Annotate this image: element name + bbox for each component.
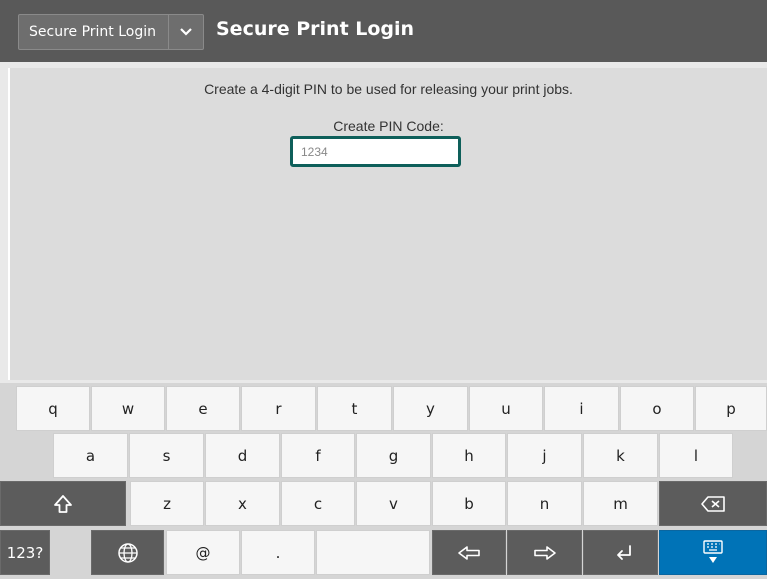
language-key[interactable] (91, 530, 164, 575)
key-j[interactable]: j (507, 433, 582, 478)
arrow-left-icon (457, 545, 481, 561)
key-at[interactable]: @ (166, 530, 240, 575)
arrow-right-icon (533, 545, 557, 561)
key-b[interactable]: b (432, 481, 506, 526)
key-label: i (579, 399, 584, 418)
key-label: k (616, 446, 625, 465)
key-y[interactable]: y (393, 386, 468, 431)
key-label: x (238, 494, 247, 513)
key-a[interactable]: a (53, 433, 128, 478)
key-w[interactable]: w (91, 386, 165, 431)
app-selector-dropdown[interactable]: Secure Print Login (18, 14, 204, 50)
key-label: @ (195, 543, 211, 562)
enter-key[interactable] (583, 530, 658, 575)
cursor-left-key[interactable] (432, 530, 506, 575)
pin-input[interactable] (290, 136, 461, 167)
key-m[interactable]: m (583, 481, 658, 526)
instruction-text: Create a 4-digit PIN to be used for rele… (204, 81, 573, 97)
key-p[interactable]: p (695, 386, 767, 431)
on-screen-keyboard: q w e r t y u i o p a s d f g h j k l z … (0, 383, 767, 579)
key-label: d (237, 446, 248, 465)
shift-icon (52, 493, 74, 515)
key-label: c (313, 494, 323, 513)
key-k[interactable]: k (583, 433, 658, 478)
key-l[interactable]: l (659, 433, 733, 478)
key-label: u (501, 399, 511, 418)
key-label: z (163, 494, 171, 513)
key-label: j (542, 446, 547, 465)
key-label: r (275, 399, 282, 418)
key-q[interactable]: q (16, 386, 90, 431)
key-label: g (388, 446, 399, 465)
key-label: . (275, 543, 281, 562)
app-selector-label: Secure Print Login (29, 24, 157, 40)
globe-icon (117, 542, 139, 564)
key-x[interactable]: x (205, 481, 280, 526)
shift-key[interactable] (0, 481, 126, 526)
key-t[interactable]: t (317, 386, 392, 431)
key-o[interactable]: o (620, 386, 694, 431)
backspace-key[interactable] (659, 481, 767, 526)
page-title: Secure Print Login (216, 18, 415, 40)
key-label: v (389, 494, 398, 513)
key-label: p (726, 399, 736, 418)
key-label: a (85, 446, 96, 465)
key-d[interactable]: d (205, 433, 280, 478)
key-label: y (426, 399, 435, 418)
key-r[interactable]: r (241, 386, 316, 431)
key-label: t (351, 399, 358, 418)
key-z[interactable]: z (130, 481, 204, 526)
space-key[interactable] (316, 530, 430, 575)
key-u[interactable]: u (469, 386, 543, 431)
top-bar: Secure Print Login Secure Print Login (0, 0, 767, 62)
cursor-right-key[interactable] (507, 530, 582, 575)
key-period[interactable]: . (241, 530, 315, 575)
key-v[interactable]: v (356, 481, 431, 526)
key-g[interactable]: g (356, 433, 431, 478)
key-f[interactable]: f (281, 433, 355, 478)
key-n[interactable]: n (507, 481, 582, 526)
key-label: w (121, 399, 135, 418)
key-label: o (652, 399, 662, 418)
key-label: 123? (6, 543, 44, 562)
key-label: l (693, 446, 699, 465)
key-label: m (613, 494, 628, 513)
numeric-key[interactable]: 123? (0, 530, 50, 575)
key-label: e (198, 399, 208, 418)
backspace-icon (700, 495, 726, 513)
key-label: q (48, 399, 58, 418)
key-i[interactable]: i (544, 386, 619, 431)
content-panel: Create a 4-digit PIN to be used for rele… (8, 68, 767, 380)
pin-label: Create PIN Code: (333, 118, 444, 134)
key-label: s (162, 446, 171, 465)
key-s[interactable]: s (129, 433, 204, 478)
hide-keyboard-icon (701, 539, 725, 566)
chevron-down-icon (169, 28, 203, 36)
hide-keyboard-key[interactable] (659, 530, 767, 575)
key-label: h (464, 446, 474, 465)
key-c[interactable]: c (281, 481, 355, 526)
enter-icon (609, 544, 633, 562)
key-label: f (315, 446, 321, 465)
key-label: b (464, 494, 474, 513)
key-label: n (539, 494, 550, 513)
key-h[interactable]: h (432, 433, 506, 478)
key-e[interactable]: e (166, 386, 240, 431)
